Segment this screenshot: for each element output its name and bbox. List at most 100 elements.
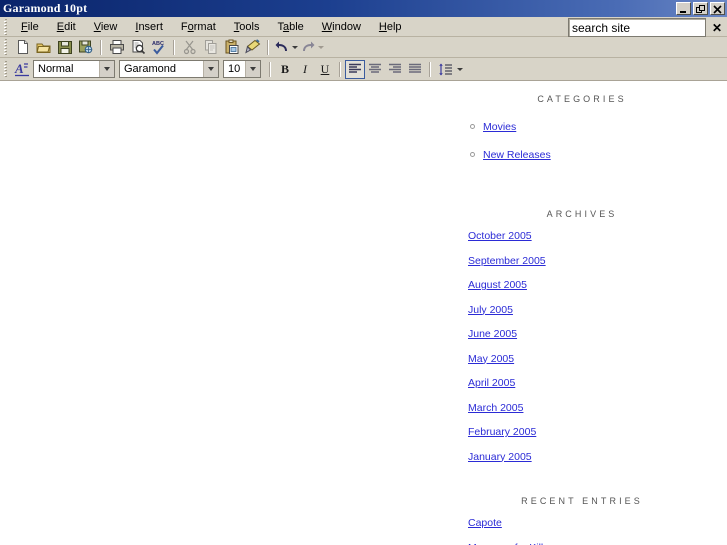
categories-heading: CATEGORIES xyxy=(537,94,627,104)
chevron-down-icon[interactable] xyxy=(245,61,260,77)
standard-toolbar: ABC xyxy=(0,37,727,58)
open-folder-icon[interactable] xyxy=(33,38,54,57)
list-item[interactable]: September 2005 xyxy=(468,254,720,267)
chevron-down-icon[interactable] xyxy=(203,61,218,77)
print-icon[interactable] xyxy=(106,38,127,57)
category-link-movies[interactable]: Movies xyxy=(483,121,516,133)
list-item[interactable]: April 2005 xyxy=(468,376,720,389)
list-item[interactable]: July 2005 xyxy=(468,303,720,316)
close-button[interactable] xyxy=(710,2,725,15)
standard-toolbar-grip[interactable] xyxy=(2,39,9,55)
archive-link-august-2005[interactable]: August 2005 xyxy=(468,279,527,291)
list-item[interactable]: Movies xyxy=(470,121,720,133)
font-family-value: Garamond xyxy=(124,63,176,75)
bold-button[interactable]: B xyxy=(275,60,295,79)
toolbar-separator xyxy=(339,61,341,77)
menu-format[interactable]: Format xyxy=(172,19,225,35)
search-area: ✕ xyxy=(568,18,723,37)
menu-items: File Edit View Insert Format Tools Table… xyxy=(12,17,411,36)
archive-link-october-2005[interactable]: October 2005 xyxy=(468,230,532,242)
menu-table[interactable]: Table xyxy=(268,19,312,35)
undo-dropdown-chevron-down-icon[interactable] xyxy=(290,38,299,57)
restore-button[interactable] xyxy=(693,2,708,15)
paste-icon[interactable] xyxy=(221,38,242,57)
italic-button[interactable]: I xyxy=(295,60,315,79)
underline-button[interactable]: U xyxy=(315,60,335,79)
list-item[interactable]: New Releases xyxy=(470,149,720,161)
paragraph-style-select[interactable]: Normal xyxy=(33,60,115,78)
list-item[interactable]: Capote xyxy=(468,516,720,529)
redo-dropdown-chevron-down-icon[interactable] xyxy=(316,38,325,57)
align-right-button[interactable] xyxy=(385,60,405,79)
close-icon[interactable]: ✕ xyxy=(711,22,723,34)
font-size-select[interactable]: 10 xyxy=(223,60,261,78)
title-bar: Garamond 10pt xyxy=(0,0,727,17)
minimize-button[interactable] xyxy=(676,2,691,15)
font-size-value: 10 xyxy=(228,63,241,75)
archive-link-july-2005[interactable]: July 2005 xyxy=(468,304,513,316)
list-item[interactable]: March 2005 xyxy=(468,401,720,414)
menu-help[interactable]: Help xyxy=(370,19,411,35)
list-item[interactable]: October 2005 xyxy=(468,229,720,242)
categories-list: Movies New Releases xyxy=(462,121,720,161)
paragraph-style-value: Normal xyxy=(38,63,74,75)
page-sidebar: CATEGORIES Movies New Releases ARCHIVES … xyxy=(462,81,720,545)
menu-insert[interactable]: Insert xyxy=(126,19,172,35)
toolbar-separator xyxy=(429,61,431,77)
align-justify-button[interactable] xyxy=(405,60,425,79)
recent-link-capote[interactable]: Capote xyxy=(468,517,502,529)
list-item[interactable]: Memory of a Killer xyxy=(468,541,720,545)
spellcheck-icon[interactable]: ABC xyxy=(148,38,169,57)
archive-link-january-2005[interactable]: January 2005 xyxy=(468,451,532,463)
archive-link-march-2005[interactable]: March 2005 xyxy=(468,402,523,414)
format-painter-icon[interactable] xyxy=(242,38,263,57)
list-item[interactable]: February 2005 xyxy=(468,425,720,438)
archive-link-february-2005[interactable]: February 2005 xyxy=(468,426,536,438)
copy-icon[interactable] xyxy=(200,38,221,57)
line-spacing-icon[interactable] xyxy=(435,60,455,79)
formatting-toolbar-grip[interactable] xyxy=(2,61,9,77)
menu-bar: File Edit View Insert Format Tools Table… xyxy=(0,17,727,37)
menu-file[interactable]: File xyxy=(12,19,48,35)
archive-link-june-2005[interactable]: June 2005 xyxy=(468,328,517,340)
list-item[interactable]: January 2005 xyxy=(468,450,720,463)
toolbar-separator xyxy=(100,39,102,55)
align-center-button[interactable] xyxy=(365,60,385,79)
chevron-down-icon[interactable] xyxy=(99,61,114,77)
menubar-grip[interactable] xyxy=(2,18,9,35)
search-input[interactable] xyxy=(568,18,706,37)
window-title: Garamond 10pt xyxy=(3,1,88,15)
paragraph-styles-icon[interactable]: A xyxy=(12,60,33,79)
menu-tools[interactable]: Tools xyxy=(225,19,269,35)
archive-link-april-2005[interactable]: April 2005 xyxy=(468,377,515,389)
save-as-web-icon[interactable] xyxy=(75,38,96,57)
list-item[interactable]: August 2005 xyxy=(468,278,720,291)
align-left-button[interactable] xyxy=(345,59,365,79)
print-preview-icon[interactable] xyxy=(127,38,148,57)
archives-heading: ARCHIVES xyxy=(546,209,618,219)
menu-edit[interactable]: Edit xyxy=(48,19,85,35)
list-item[interactable]: June 2005 xyxy=(468,327,720,340)
document-canvas[interactable]: CATEGORIES Movies New Releases ARCHIVES … xyxy=(0,81,727,545)
archive-link-september-2005[interactable]: September 2005 xyxy=(468,255,546,267)
category-link-new-releases[interactable]: New Releases xyxy=(483,149,551,161)
line-spacing-chevron-down-icon[interactable] xyxy=(455,60,464,79)
archive-link-may-2005[interactable]: May 2005 xyxy=(468,353,514,365)
save-icon[interactable] xyxy=(54,38,75,57)
recent-link-memory-of-a-killer[interactable]: Memory of a Killer xyxy=(468,542,553,545)
cut-scissors-icon[interactable] xyxy=(179,38,200,57)
menu-view[interactable]: View xyxy=(85,19,127,35)
new-document-icon[interactable] xyxy=(12,38,33,57)
archives-list: October 2005 September 2005 August 2005 … xyxy=(462,229,720,463)
redo-icon[interactable] xyxy=(299,38,316,57)
bullet-icon xyxy=(470,152,475,157)
undo-icon[interactable] xyxy=(273,38,290,57)
font-family-select[interactable]: Garamond xyxy=(119,60,219,78)
menu-window[interactable]: Window xyxy=(313,19,370,35)
list-item[interactable]: May 2005 xyxy=(468,352,720,365)
formatting-toolbar: A Normal Garamond 10 B I U xyxy=(0,58,727,81)
